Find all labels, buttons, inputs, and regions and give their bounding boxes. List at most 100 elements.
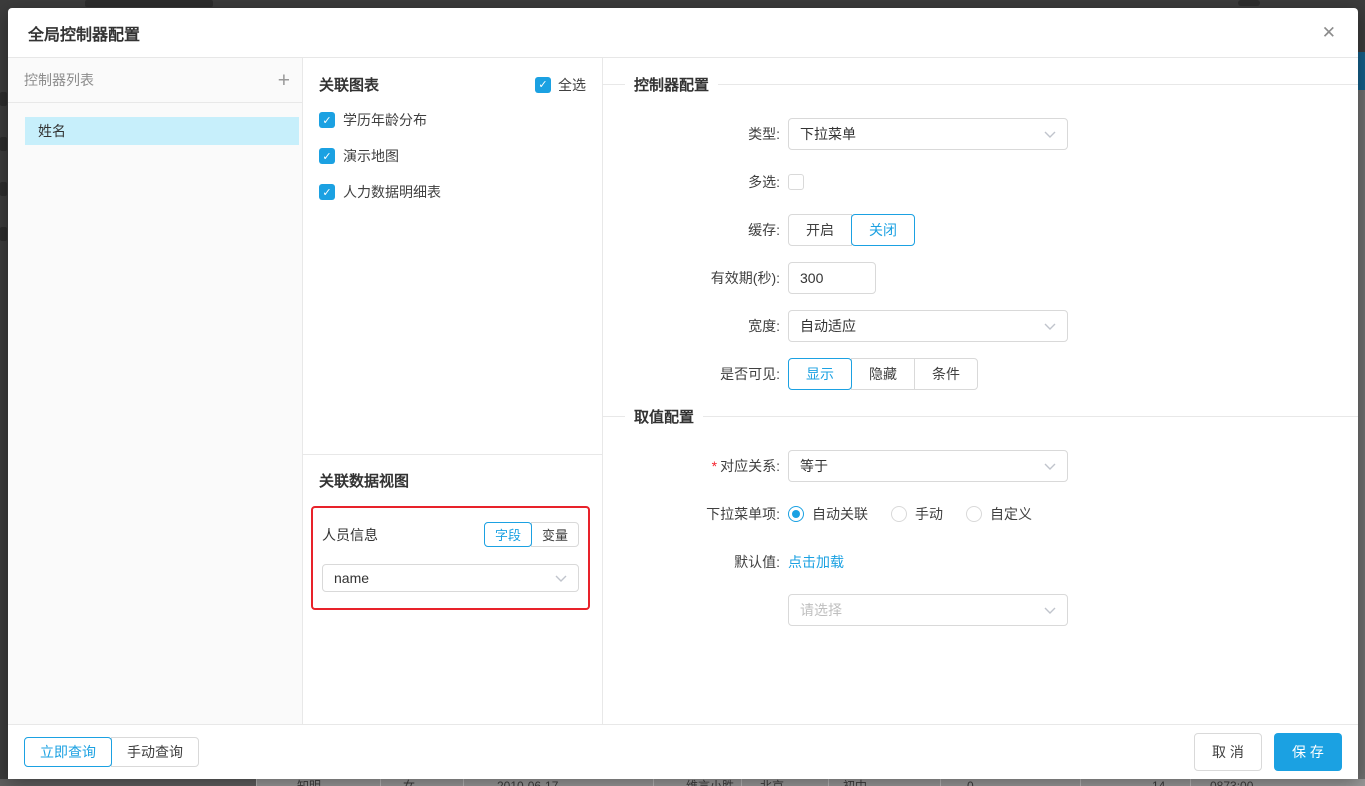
visibility-condition-button[interactable]: 条件: [914, 358, 978, 390]
background-toolbar-fragment: [85, 0, 213, 7]
cache-row: 缓存: 开启 关闭: [603, 214, 1358, 246]
chart-checkbox[interactable]: ✓: [319, 184, 335, 200]
query-manual-button[interactable]: 手动查询: [111, 737, 199, 767]
bg-table-divider: [653, 779, 654, 786]
check-icon: ✓: [322, 114, 331, 127]
bg-table-cell: 2010-06-17: [497, 780, 558, 786]
relation-select[interactable]: 等于: [788, 450, 1068, 482]
config-panel: 控制器配置 类型: 下拉菜单 多选: 缓存: 开启 关闭: [603, 58, 1358, 724]
background-sidebar-fragment: [0, 227, 7, 241]
add-controller-icon[interactable]: +: [278, 70, 290, 91]
default-value-label: 默认值:: [603, 552, 788, 572]
bg-table-divider: [1080, 779, 1081, 786]
linked-dataview-section: 关联数据视图 人员信息 字段 变量 name: [303, 455, 602, 724]
query-now-button[interactable]: 立即查询: [24, 737, 112, 767]
chevron-down-icon: [1044, 607, 1056, 614]
type-label: 类型:: [603, 124, 788, 144]
background-fragment: [1238, 0, 1260, 6]
bg-table-divider: [463, 779, 464, 786]
radio-icon: [966, 506, 982, 522]
visibility-hide-button[interactable]: 隐藏: [851, 358, 915, 390]
default-value-row: 默认值: 点击加载: [603, 546, 1358, 578]
bg-table-cell: 0: [967, 780, 974, 786]
chevron-down-icon: [555, 575, 567, 582]
variable-toggle-button[interactable]: 变量: [531, 522, 579, 547]
background-sidebar-fragment: [0, 137, 7, 151]
background-blue-button-fragment: [1358, 52, 1365, 90]
multi-select-checkbox[interactable]: [788, 174, 804, 190]
controller-list-header: 控制器列表 +: [8, 58, 302, 103]
controller-list-panel: 控制器列表 + 姓名: [8, 58, 303, 724]
radio-manual[interactable]: 手动: [891, 504, 943, 524]
load-defaults-link[interactable]: 点击加载: [788, 552, 844, 572]
width-select-value: 自动适应: [800, 316, 856, 336]
bg-table-cell: 0873:00: [1210, 780, 1253, 786]
chart-checkbox-row: ✓ 学历年龄分布: [319, 109, 586, 131]
type-select[interactable]: 下拉菜单: [788, 118, 1068, 150]
bg-table-cell: 女: [403, 780, 415, 786]
bg-table-divider: [380, 779, 381, 786]
field-variable-toggle: 字段 变量: [484, 522, 579, 547]
field-toggle-button[interactable]: 字段: [484, 522, 532, 547]
global-controller-config-dialog: 全局控制器配置 ✕ 控制器列表 + 姓名 关联图表 ✓ 全选: [8, 8, 1358, 779]
chart-label: 人力数据明细表: [343, 182, 441, 202]
save-button[interactable]: 保 存: [1274, 733, 1342, 771]
chart-checkbox[interactable]: ✓: [319, 112, 335, 128]
radio-label: 手动: [915, 504, 943, 524]
select-all-label: 全选: [558, 75, 586, 95]
field-select-value: name: [334, 570, 369, 586]
ttl-input[interactable]: [788, 262, 876, 294]
cancel-button[interactable]: 取 消: [1194, 733, 1262, 771]
ttl-label: 有效期(秒):: [603, 268, 788, 288]
dataset-name: 人员信息: [322, 525, 378, 545]
select-all-checkbox[interactable]: ✓: [535, 77, 551, 93]
relation-select-value: 等于: [800, 456, 828, 476]
radio-label: 自动关联: [812, 504, 868, 524]
required-asterisk: *: [712, 458, 717, 474]
bg-table-divider: [828, 779, 829, 786]
controller-list-item[interactable]: 姓名: [25, 117, 299, 145]
width-select[interactable]: 自动适应: [788, 310, 1068, 342]
background-right-strip: [1358, 90, 1365, 779]
cache-off-button[interactable]: 关闭: [851, 214, 915, 246]
config-section-divider: 控制器配置: [603, 74, 1358, 95]
background-table-row: 知明 女 2010-06-17 维言小胜 北京 初中 0 14 0873:00: [0, 779, 1365, 786]
menu-items-radio-group: 自动关联 手动 自定义: [788, 504, 1032, 524]
linked-charts-section: 关联图表 ✓ 全选 ✓ 学历年龄分布 ✓ 演示地图 ✓ 人力数据明细表: [303, 58, 602, 455]
radio-auto-link[interactable]: 自动关联: [788, 504, 868, 524]
menu-items-label: 下拉菜单项:: [603, 504, 788, 524]
bg-table-divider: [256, 779, 257, 786]
linked-dataview-title: 关联数据视图: [319, 473, 409, 490]
dialog-header: 全局控制器配置 ✕: [8, 8, 1358, 58]
multi-select-row: 多选:: [603, 166, 1358, 198]
check-icon: ✓: [538, 78, 547, 91]
chevron-down-icon: [1044, 131, 1056, 138]
chart-checkbox[interactable]: ✓: [319, 148, 335, 164]
radio-icon: [788, 506, 804, 522]
radio-label: 自定义: [990, 504, 1032, 524]
controller-item-label: 姓名: [38, 121, 66, 141]
bg-table-divider: [1190, 779, 1191, 786]
chevron-down-icon: [1044, 323, 1056, 330]
relation-label: *对应关系:: [603, 456, 788, 476]
bg-table-divider: [741, 779, 742, 786]
visibility-show-button[interactable]: 显示: [788, 358, 852, 390]
chart-checkbox-row: ✓ 演示地图: [319, 145, 586, 167]
bg-table-cell: 维言小胜: [686, 780, 734, 786]
dialog-footer: 立即查询 手动查询 取 消 保 存: [8, 724, 1358, 779]
chevron-down-icon: [1044, 463, 1056, 470]
cache-on-button[interactable]: 开启: [788, 214, 852, 246]
config-section-title: 控制器配置: [634, 74, 709, 95]
background-table-edge: [0, 779, 256, 786]
type-row: 类型: 下拉菜单: [603, 118, 1358, 150]
controller-list-title: 控制器列表: [24, 70, 94, 90]
default-select-row: 请选择: [603, 594, 1358, 626]
dataview-highlight-box: 人员信息 字段 变量 name: [311, 506, 590, 610]
close-icon[interactable]: ✕: [1320, 22, 1338, 43]
background-sidebar-fragment: [0, 92, 7, 106]
field-select[interactable]: name: [322, 564, 579, 592]
default-value-select[interactable]: 请选择: [788, 594, 1068, 626]
radio-icon: [891, 506, 907, 522]
radio-custom[interactable]: 自定义: [966, 504, 1032, 524]
chart-label: 演示地图: [343, 146, 399, 166]
